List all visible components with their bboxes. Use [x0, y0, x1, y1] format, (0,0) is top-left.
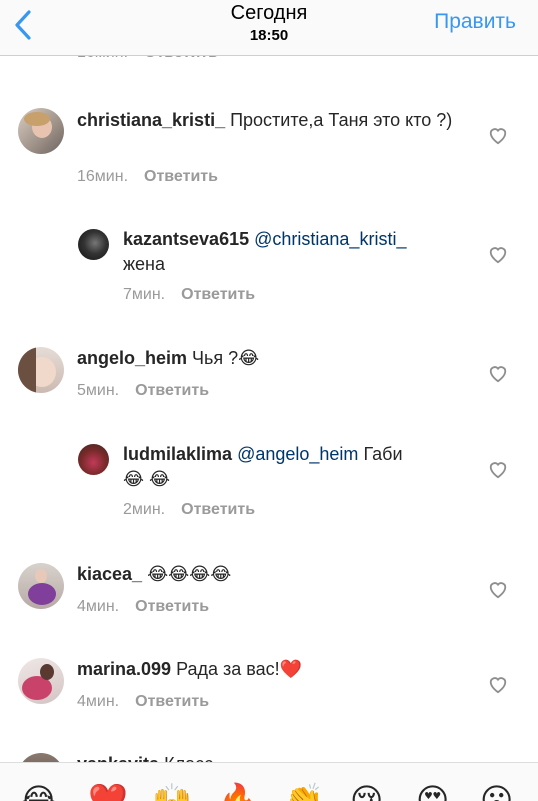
heart-icon[interactable]	[487, 244, 509, 264]
comment-meta: 2мин. Ответить	[123, 501, 255, 519]
comment-username[interactable]: kiacea_	[77, 564, 142, 584]
comment-text: kazantseva615 @christiana_kristi_ жена	[123, 227, 463, 277]
comment-body: Простите,а Таня это кто ?)	[230, 110, 453, 130]
emoji-button[interactable]: ❤️	[88, 781, 128, 801]
avatar[interactable]	[18, 347, 64, 393]
comment-body: жена	[123, 254, 166, 274]
heart-icon[interactable]	[487, 363, 509, 383]
comment-text: marina.099 Рада за вас!❤️	[77, 657, 457, 682]
reply-button[interactable]: Ответить	[181, 501, 255, 518]
heart-icon[interactable]	[487, 674, 509, 694]
emoji-button[interactable]: 🙌	[152, 781, 192, 801]
comment-body: 😂😂😂😂	[147, 564, 232, 584]
comment-mention[interactable]: @christiana_kristi_	[254, 229, 406, 249]
heart-icon[interactable]	[487, 579, 509, 599]
comment-time: 2мин.	[123, 501, 166, 518]
reply-button[interactable]: Ответить	[135, 693, 209, 710]
emoji-button[interactable]: 😂	[20, 781, 57, 801]
comment-body-emoji: 😂 😂	[123, 469, 171, 489]
avatar[interactable]	[78, 229, 109, 260]
nav-header: Сегодня 18:50 Править	[0, 0, 538, 56]
comment-time: 4мин.	[77, 693, 120, 710]
comment-body: Чья ?😂	[192, 348, 260, 368]
comment-meta: 4мин. Ответить	[77, 693, 209, 711]
avatar[interactable]	[18, 108, 64, 154]
comment-text: christiana_kristi_ Простите,а Таня это к…	[77, 108, 457, 133]
heart-icon[interactable]	[487, 125, 509, 145]
avatar[interactable]	[18, 658, 64, 704]
avatar[interactable]	[18, 563, 64, 609]
comment-time: 16мин.	[77, 168, 129, 185]
comment-meta: 7мин. Ответить	[123, 286, 255, 304]
reply-button[interactable]: Ответить	[144, 168, 218, 185]
comment-time: 4мин.	[77, 598, 120, 615]
reply-button[interactable]: Ответить	[181, 286, 255, 303]
comment-mention[interactable]: @angelo_heim	[237, 444, 358, 464]
comment-text: angelo_heim Чья ?😂	[77, 346, 457, 371]
comment-body: Рада за вас!❤️	[176, 659, 303, 679]
comment-body: Габи	[363, 444, 403, 464]
comment-meta: 5мин. Ответить	[77, 382, 209, 400]
avatar[interactable]	[78, 444, 109, 475]
comments-list: 16мин. Ответить christiana_kristi_ Прости…	[0, 0, 538, 800]
edit-button[interactable]: Править	[434, 10, 516, 34]
comment-time: 7мин.	[123, 286, 166, 303]
comment-text: ludmilaklima @angelo_heim Габи 😂 😂	[123, 442, 463, 492]
comment-username[interactable]: ludmilaklima	[123, 444, 232, 464]
reply-button[interactable]: Ответить	[135, 598, 209, 615]
comment-meta: 4мин. Ответить	[77, 598, 209, 616]
comment-time: 5мин.	[77, 382, 120, 399]
comment-username[interactable]: angelo_heim	[77, 348, 187, 368]
comment-username[interactable]: christiana_kristi_	[77, 110, 225, 130]
reply-button[interactable]: Ответить	[135, 382, 209, 399]
comment-username[interactable]: kazantseva615	[123, 229, 249, 249]
emoji-button[interactable]: 😍	[416, 781, 449, 801]
emoji-button[interactable]: 👏	[284, 781, 324, 801]
comment-meta: 16мин. Ответить	[77, 168, 218, 186]
comment-username[interactable]: marina.099	[77, 659, 171, 679]
heart-icon[interactable]	[487, 459, 509, 479]
emoji-button[interactable]: 🔥	[218, 781, 258, 801]
comment-text: kiacea_ 😂😂😂😂	[77, 562, 457, 587]
emoji-quick-bar: 😂 ❤️ 🙌 🔥 👏 😢 😍 😮	[0, 762, 538, 801]
emoji-button[interactable]: 😮	[480, 781, 513, 801]
emoji-button[interactable]: 😢	[350, 781, 383, 801]
